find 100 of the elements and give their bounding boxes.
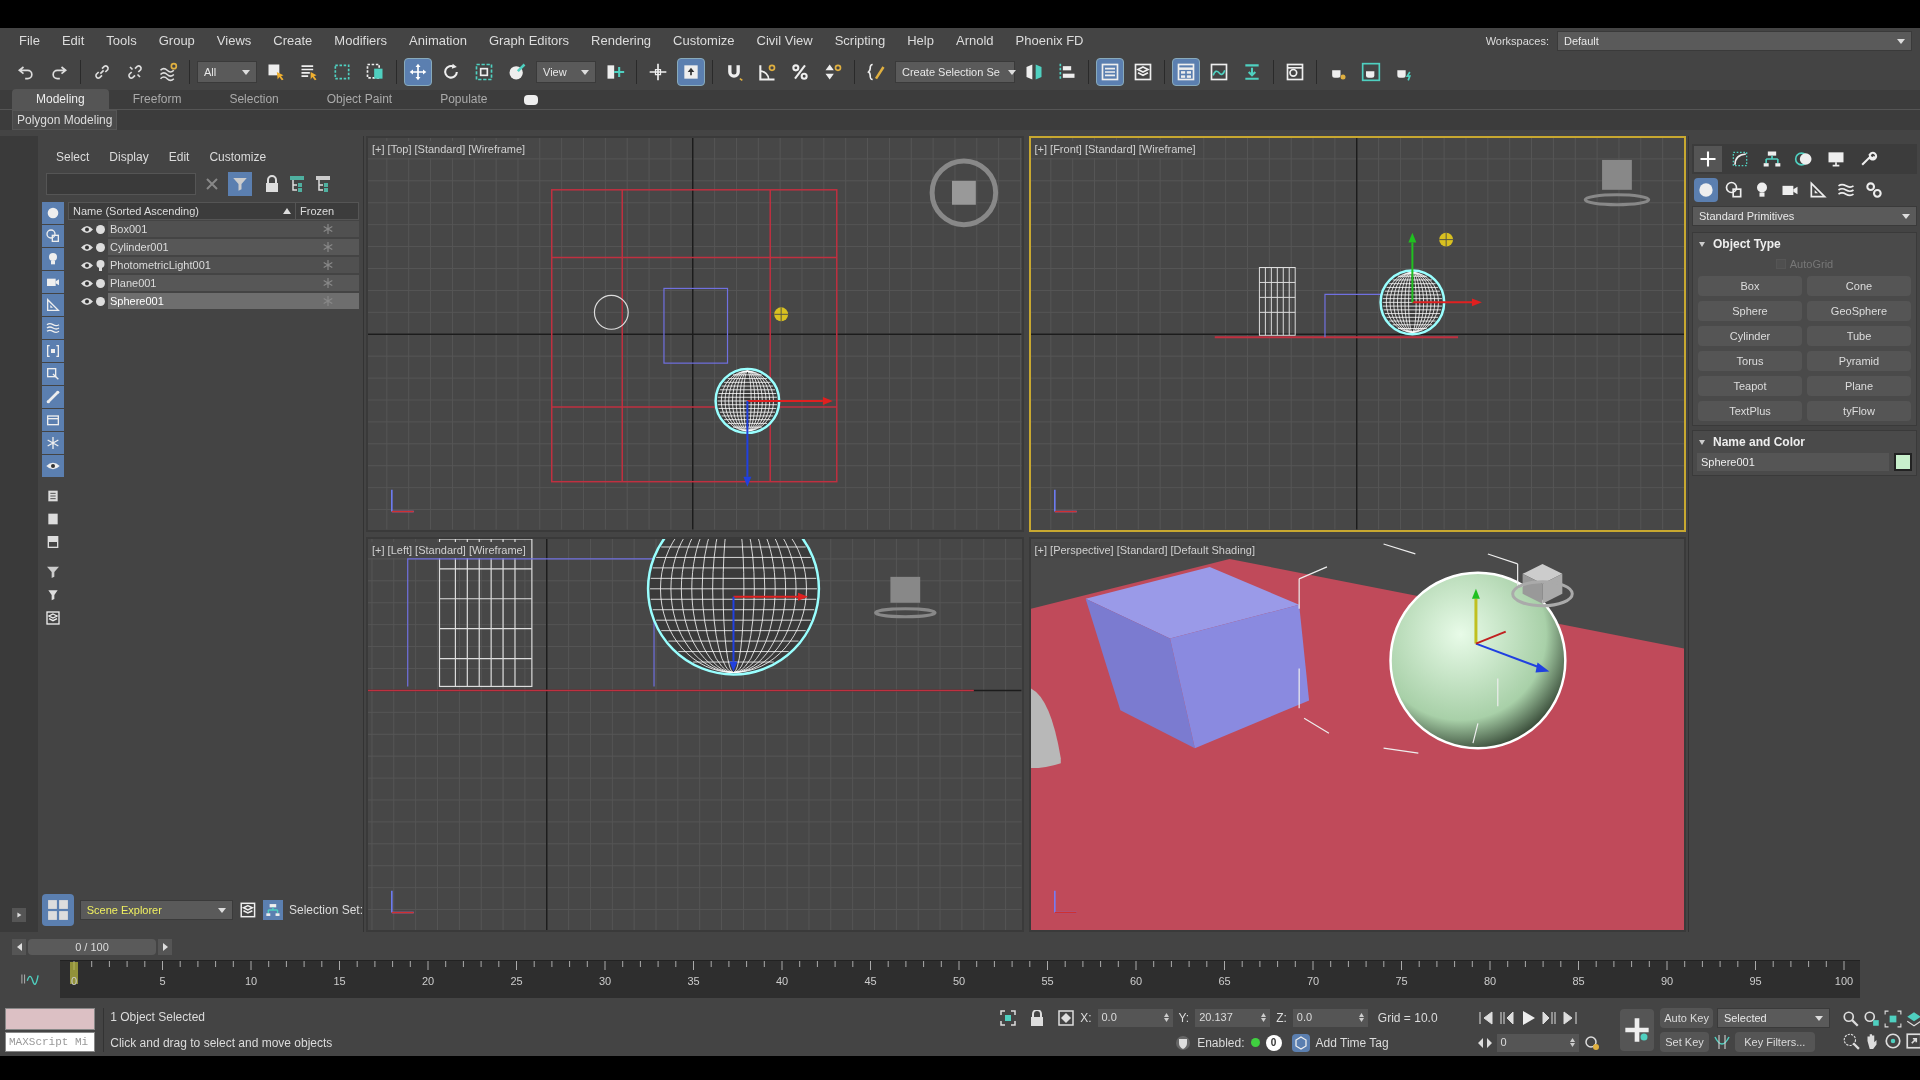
hierarchy-tree-icon[interactable]: [288, 175, 306, 193]
eye-icon[interactable]: [81, 296, 93, 306]
zoom-extents-all-icon[interactable]: [1904, 1010, 1920, 1028]
menu-item[interactable]: Animation: [398, 31, 478, 51]
viewport-label[interactable]: [+] [Front] [Standard] [Wireframe]: [1033, 141, 1197, 158]
object-type-button[interactable]: Teapot: [1698, 376, 1802, 396]
key-tangent-icon[interactable]: [1712, 1033, 1731, 1051]
explorer-menu-item[interactable]: Display: [109, 148, 149, 166]
eye-icon[interactable]: [81, 242, 93, 252]
move-gizmo[interactable]: [729, 592, 808, 671]
frame-field[interactable]: 0: [1496, 1033, 1579, 1052]
ribbon-tab[interactable]: Object Paint: [302, 89, 417, 109]
bone-icon[interactable]: [42, 386, 64, 408]
ribbon-icon[interactable]: [1172, 58, 1200, 86]
rollout-title[interactable]: Object Type: [1713, 235, 1781, 253]
ribbon-tab[interactable]: Freeform: [108, 89, 206, 109]
object-type-button[interactable]: Box: [1698, 276, 1802, 296]
view-cube-drawing[interactable]: [874, 576, 937, 618]
set-key-plus-icon[interactable]: [1619, 1009, 1655, 1051]
eye-icon[interactable]: [42, 455, 64, 477]
menu-item[interactable]: Modifiers: [323, 31, 399, 51]
zoom-all-icon[interactable]: [1862, 1010, 1881, 1028]
absolute-mode-icon[interactable]: [1058, 1009, 1075, 1026]
previous-frame-icon[interactable]: [1498, 1009, 1515, 1026]
eye-icon[interactable]: [81, 260, 93, 270]
time-config-icon[interactable]: [1583, 1034, 1600, 1051]
menu-item[interactable]: Create: [262, 31, 324, 51]
key-mode-icon[interactable]: [1477, 1036, 1492, 1049]
object-type-button[interactable]: tyFlow: [1807, 401, 1911, 421]
explorer-menu-item[interactable]: Edit: [168, 148, 190, 166]
menu-item[interactable]: Graph Editors: [477, 31, 581, 51]
orbit-icon[interactable]: [1883, 1032, 1902, 1050]
explorer-menu-item[interactable]: Select: [56, 148, 90, 166]
move-gizmo[interactable]: [743, 397, 833, 487]
shield-icon[interactable]: [1175, 1034, 1192, 1051]
move-icon[interactable]: [404, 58, 432, 86]
object-type-button[interactable]: Cone: [1807, 276, 1911, 296]
transform-gizmo[interactable]: [1471, 588, 1549, 672]
object-color-swatch[interactable]: [1894, 453, 1912, 471]
light-bulb-icon[interactable]: [42, 248, 64, 270]
cube-tag-icon[interactable]: [1291, 1033, 1310, 1052]
object-type-button[interactable]: Sphere: [1698, 301, 1802, 321]
object-name[interactable]: Sphere001: [108, 292, 297, 310]
set-square-icon[interactable]: [42, 294, 64, 316]
ribbon-tab[interactable]: Modeling: [12, 89, 109, 109]
object-type-button[interactable]: Tube: [1807, 326, 1911, 346]
viewport[interactable]: [+] [Left] [Standard] [Wireframe]: [366, 536, 1024, 932]
menu-item[interactable]: Help: [896, 31, 945, 51]
menu-item[interactable]: Customize: [662, 31, 746, 51]
region-zoom-icon[interactable]: [1841, 1032, 1860, 1050]
ribbon-tab[interactable]: Selection: [205, 89, 303, 109]
search-field[interactable]: [46, 173, 196, 195]
column-header[interactable]: Name (Sorted Ascending): [73, 202, 199, 220]
coordinate-field[interactable]: 0.0: [1292, 1008, 1368, 1027]
timeline-ruler[interactable]: 0 5 10 15 20 25 30 35 40 45 50 55 60 65 70 75 80 85 90 95 100: [60, 960, 1860, 998]
light-icon[interactable]: [773, 306, 789, 322]
object-name[interactable]: Plane001: [108, 274, 297, 292]
add-time-tag-link[interactable]: Add Time Tag: [1315, 1033, 1389, 1052]
move-gizmo[interactable]: [1407, 232, 1482, 307]
ribbon-tab[interactable]: Populate: [416, 89, 512, 109]
toolbar-dropdown[interactable]: All: [197, 61, 257, 83]
hierarchy-tree-icon[interactable]: [314, 175, 332, 193]
object-type-button[interactable]: GeoSphere: [1807, 301, 1911, 321]
category-dropdown[interactable]: Standard Primitives: [1692, 206, 1917, 226]
menu-item[interactable]: Scripting: [823, 31, 897, 51]
selection-frame-icon[interactable]: [1000, 1009, 1017, 1026]
menu-item[interactable]: Group: [147, 31, 206, 51]
snowflake-icon[interactable]: [42, 432, 64, 454]
menu-item[interactable]: Rendering: [580, 31, 663, 51]
lock-icon[interactable]: [264, 175, 280, 193]
menu-item[interactable]: Arnold: [944, 31, 1005, 51]
table-list-icon[interactable]: [1096, 58, 1124, 86]
shapes-icon[interactable]: [42, 225, 64, 247]
explorer-menu-item[interactable]: Customize: [209, 148, 267, 166]
workspaces-dropdown[interactable]: Default: [1557, 31, 1912, 51]
object-type-button[interactable]: TextPlus: [1698, 401, 1802, 421]
object-name[interactable]: Box001: [108, 220, 297, 238]
menu-item[interactable]: Civil View: [745, 31, 824, 51]
menu-item[interactable]: Views: [205, 31, 263, 51]
shaded-sphere[interactable]: [1388, 571, 1567, 749]
layers-icon[interactable]: [239, 901, 258, 919]
coordinate-field[interactable]: 0.0: [1097, 1008, 1173, 1027]
close-icon[interactable]: [204, 176, 220, 192]
object-type-button[interactable]: Cylinder: [1698, 326, 1802, 346]
key-mode-dropdown[interactable]: Selected: [1716, 1008, 1830, 1028]
zoom-extents-icon[interactable]: [1883, 1010, 1902, 1028]
rollout-title[interactable]: Name and Color: [1713, 433, 1805, 451]
container-icon[interactable]: [42, 409, 64, 431]
compass-drawing[interactable]: [929, 158, 999, 228]
go-to-end-icon[interactable]: [1561, 1009, 1578, 1026]
collapse-caret-icon[interactable]: [1699, 241, 1705, 247]
menu-item[interactable]: Edit: [50, 31, 96, 51]
view-cube-drawing[interactable]: [1583, 159, 1650, 207]
coordinate-field[interactable]: 20.137: [1195, 1008, 1271, 1027]
light-icon[interactable]: [1438, 232, 1454, 248]
view-cube-drawing[interactable]: [1510, 563, 1574, 607]
lock-icon[interactable]: [1030, 1009, 1045, 1026]
spinner-arrows-icon[interactable]: [1261, 1013, 1267, 1022]
plus-icon[interactable]: [1694, 146, 1722, 172]
group-bracket-icon[interactable]: [42, 340, 64, 362]
